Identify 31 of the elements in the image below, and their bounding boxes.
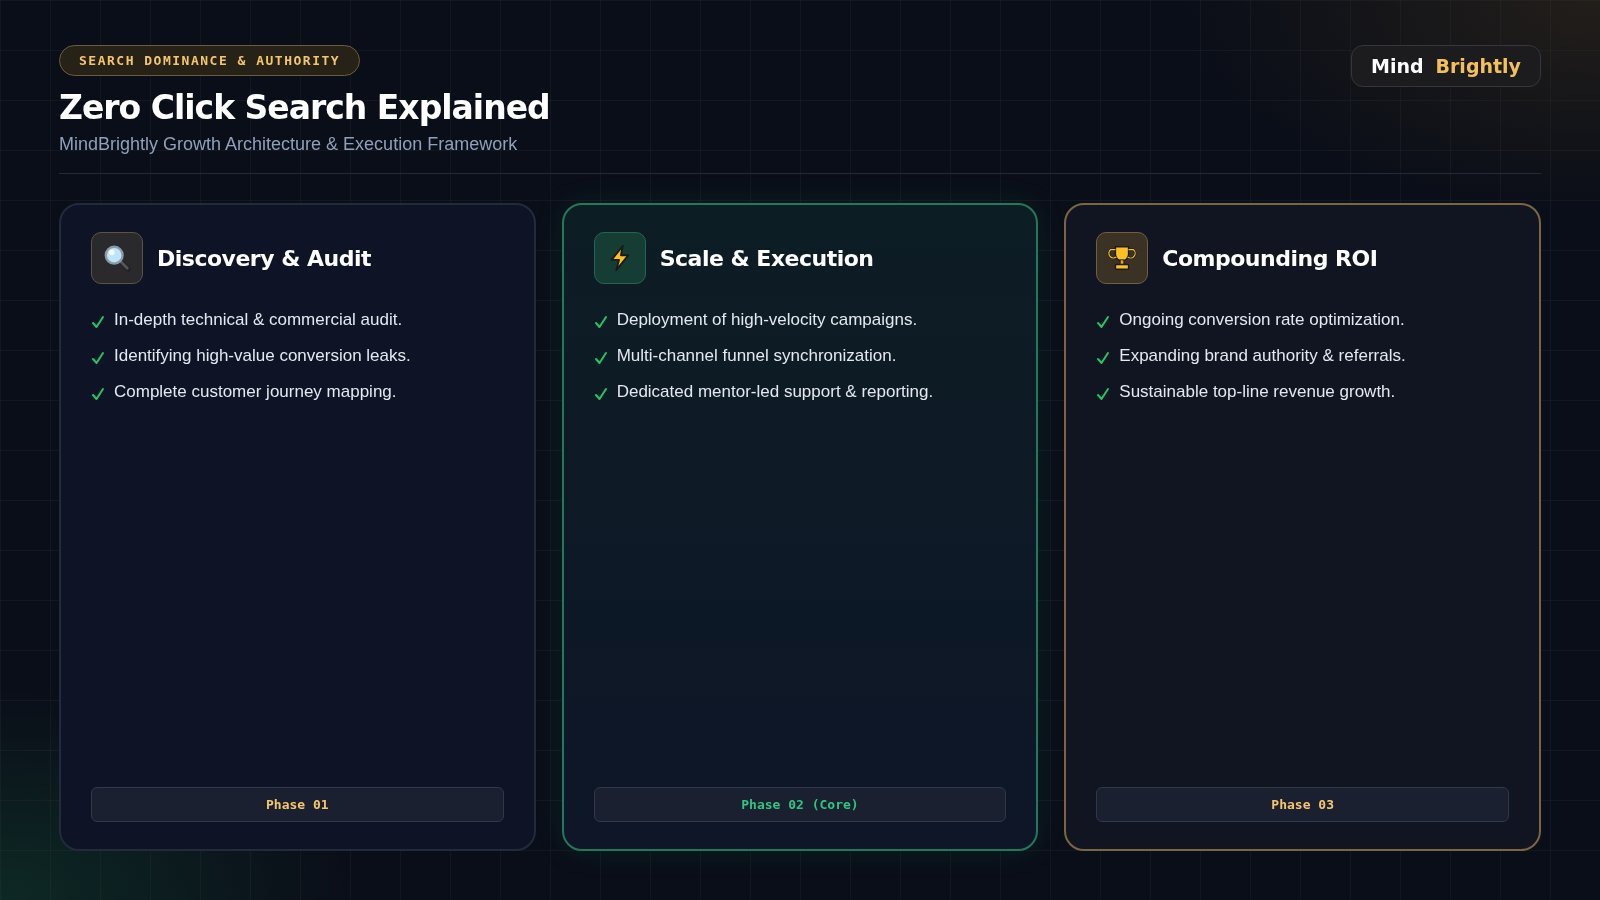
trophy-icon — [1107, 243, 1138, 273]
page-title: Zero Click Search Explained — [59, 88, 550, 128]
bullet-text: Deployment of high-velocity campaigns. — [616, 310, 918, 330]
eyebrow-badge: SEARCH DOMINANCE & AUTHORITY — [59, 45, 361, 76]
bullet-text: Multi-channel funnel synchronization. — [616, 346, 897, 366]
bullet-text: Ongoing conversion rate optimization. — [1119, 310, 1405, 330]
check-icon — [91, 350, 105, 365]
logo-word: Brightly — [1435, 55, 1521, 77]
card-title: Discovery & Audit — [157, 245, 371, 271]
phase-label: Phase 01 — [91, 787, 504, 822]
check-icon — [593, 350, 608, 365]
check-icon — [1096, 386, 1111, 401]
check-icon — [593, 314, 608, 329]
bullet-text: Expanding brand authority & referrals. — [1119, 346, 1406, 366]
check-icon — [593, 386, 608, 401]
magnifier-icon — [102, 243, 132, 273]
check-icon — [1096, 314, 1111, 329]
bullet-text: Sustainable top-line revenue growth. — [1119, 382, 1396, 402]
bullet-text: Identifying high-value conversion leaks. — [114, 346, 411, 366]
card-title: Compounding ROI — [1162, 245, 1378, 271]
check-icon — [1096, 350, 1111, 365]
phase-label: Phase 03 — [1096, 787, 1509, 822]
card-title: Scale & Execution — [659, 245, 874, 271]
bullet-text: In-depth technical & commercial audit. — [114, 310, 403, 330]
bullet-text: Complete customer journey mapping. — [114, 382, 397, 402]
bullet-text: Dedicated mentor-led support & reporting. — [616, 382, 934, 402]
check-icon — [91, 314, 105, 329]
phase-label: Phase 02 (Core) — [593, 787, 1007, 822]
logo-word: Mind — [1370, 55, 1424, 77]
page-subtitle: MindBrightly Growth Architecture & Execution Framework — [59, 134, 518, 155]
check-icon — [91, 386, 105, 401]
